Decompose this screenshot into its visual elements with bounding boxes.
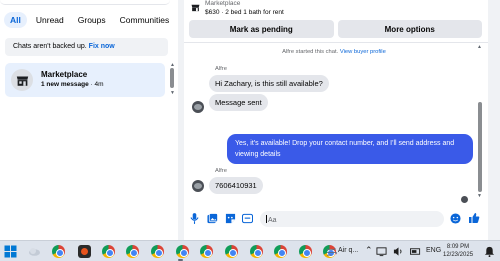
message-input[interactable]: Aa: [260, 211, 444, 227]
fix-now-link[interactable]: Fix now: [89, 43, 115, 50]
chrome-icon[interactable]: [274, 245, 287, 258]
gif-icon[interactable]: [242, 213, 253, 224]
message-input-placeholder: Aa: [268, 217, 277, 224]
message-line: Yes, it's available! Drop your contact n…: [235, 140, 455, 147]
chrome-icon[interactable]: [250, 245, 263, 258]
sender-name: Alfre: [215, 66, 227, 72]
conversation-panel: Marketplace $630 · 2 bed 1 bath for rent…: [184, 0, 488, 240]
clock-date: 12/23/2025: [443, 252, 474, 258]
tab-groups[interactable]: Groups: [73, 12, 111, 28]
air-quality-icon[interactable]: [326, 246, 337, 257]
clock-time: 8:09 PM: [446, 244, 470, 250]
network-icon[interactable]: [376, 246, 387, 257]
listing-actions: Mark as pending More options: [189, 20, 482, 38]
scroll-down-arrow-icon[interactable]: ▼: [170, 90, 175, 96]
chat-started-notice: Alfre started this chat. View buyer prof…: [184, 49, 484, 55]
thumbs-up-icon[interactable]: [468, 212, 480, 224]
emoji-icon[interactable]: [450, 213, 461, 224]
view-buyer-profile-link[interactable]: View buyer profile: [340, 49, 386, 55]
sender-name: Alfre: [215, 168, 227, 174]
listing-title: $630 · 2 bed 1 bath for rent: [205, 9, 284, 16]
message-bubble-incoming[interactable]: 7606410931: [209, 177, 263, 194]
chrome-icon[interactable]: [151, 245, 164, 258]
battery-icon[interactable]: [410, 246, 421, 257]
chrome-icon[interactable]: [176, 245, 189, 258]
storefront-icon: [11, 69, 33, 91]
chat-preview: 1 new message · 4m: [41, 81, 104, 88]
conversation-scrollbar[interactable]: [478, 102, 482, 192]
chat-started-text: Alfre started this chat.: [282, 49, 339, 55]
clock[interactable]: 8:09 PM 12/23/2025: [443, 243, 473, 259]
system-tray-chevron-up-icon[interactable]: ⌃: [365, 245, 373, 256]
chat-list-scrollbar[interactable]: [170, 68, 174, 88]
chrome-icon[interactable]: [225, 245, 238, 258]
chrome-icon[interactable]: [126, 245, 139, 258]
chat-list-panel: All Unread Groups Communities Chats aren…: [0, 0, 178, 240]
message-composer: Aa: [184, 208, 488, 230]
weather-text[interactable]: Air q...: [338, 247, 358, 254]
sender-avatar[interactable]: [192, 180, 204, 192]
chrome-icon[interactable]: [299, 245, 312, 258]
app-icon[interactable]: [78, 245, 91, 258]
sticker-icon[interactable]: [225, 213, 236, 224]
backup-notice: Chats aren't backed up. Fix now: [5, 38, 168, 56]
scroll-down-arrow-icon[interactable]: ▼: [477, 193, 482, 199]
message-bubble-incoming[interactable]: Hi Zachary, is this still available?: [209, 75, 329, 92]
new-message-count: 1 new message: [41, 81, 89, 88]
tab-communities[interactable]: Communities: [115, 12, 175, 28]
chat-time: · 4m: [88, 81, 104, 88]
backup-text: Chats aren't backed up.: [13, 43, 87, 50]
scroll-up-arrow-icon[interactable]: ▲: [477, 44, 482, 50]
more-options-button[interactable]: More options: [337, 20, 482, 38]
message-bubble-outgoing[interactable]: Yes, it's available! Drop your contact n…: [227, 134, 473, 164]
message-bubble-incoming[interactable]: Message sent: [209, 94, 268, 111]
chrome-icon[interactable]: [200, 245, 213, 258]
taskbar: Air q... ⌃ ENG 8:09 PM 12/23/2025: [0, 240, 500, 261]
divider: [184, 42, 488, 43]
language-indicator[interactable]: ENG: [426, 247, 441, 254]
tab-all[interactable]: All: [4, 12, 27, 28]
photo-icon[interactable]: [207, 213, 218, 224]
tab-unread[interactable]: Unread: [31, 12, 69, 28]
chat-name: Marketplace: [41, 70, 88, 79]
weather-icon[interactable]: [28, 245, 41, 258]
notification-icon[interactable]: [484, 246, 495, 257]
seen-avatar: [461, 196, 468, 203]
mark-as-pending-button[interactable]: Mark as pending: [189, 20, 334, 38]
listing-source: Marketplace: [205, 0, 241, 7]
chrome-icon[interactable]: [52, 245, 65, 258]
listing-header[interactable]: Marketplace $630 · 2 bed 1 bath for rent: [184, 0, 488, 20]
sender-avatar[interactable]: [192, 101, 204, 113]
volume-icon[interactable]: [393, 246, 404, 257]
text-caret: [266, 215, 267, 223]
storefront-icon: [191, 4, 200, 12]
filter-tabs: All Unread Groups Communities: [4, 12, 174, 28]
message-line: viewing details: [235, 151, 281, 158]
panel-top-edge: [0, 0, 170, 5]
microphone-icon[interactable]: [190, 213, 199, 224]
chat-list-item-marketplace[interactable]: Marketplace 1 new message · 4m: [5, 63, 165, 97]
chrome-icon[interactable]: [102, 245, 115, 258]
app-root: All Unread Groups Communities Chats aren…: [0, 0, 500, 261]
windows-start-icon[interactable]: [4, 245, 17, 258]
